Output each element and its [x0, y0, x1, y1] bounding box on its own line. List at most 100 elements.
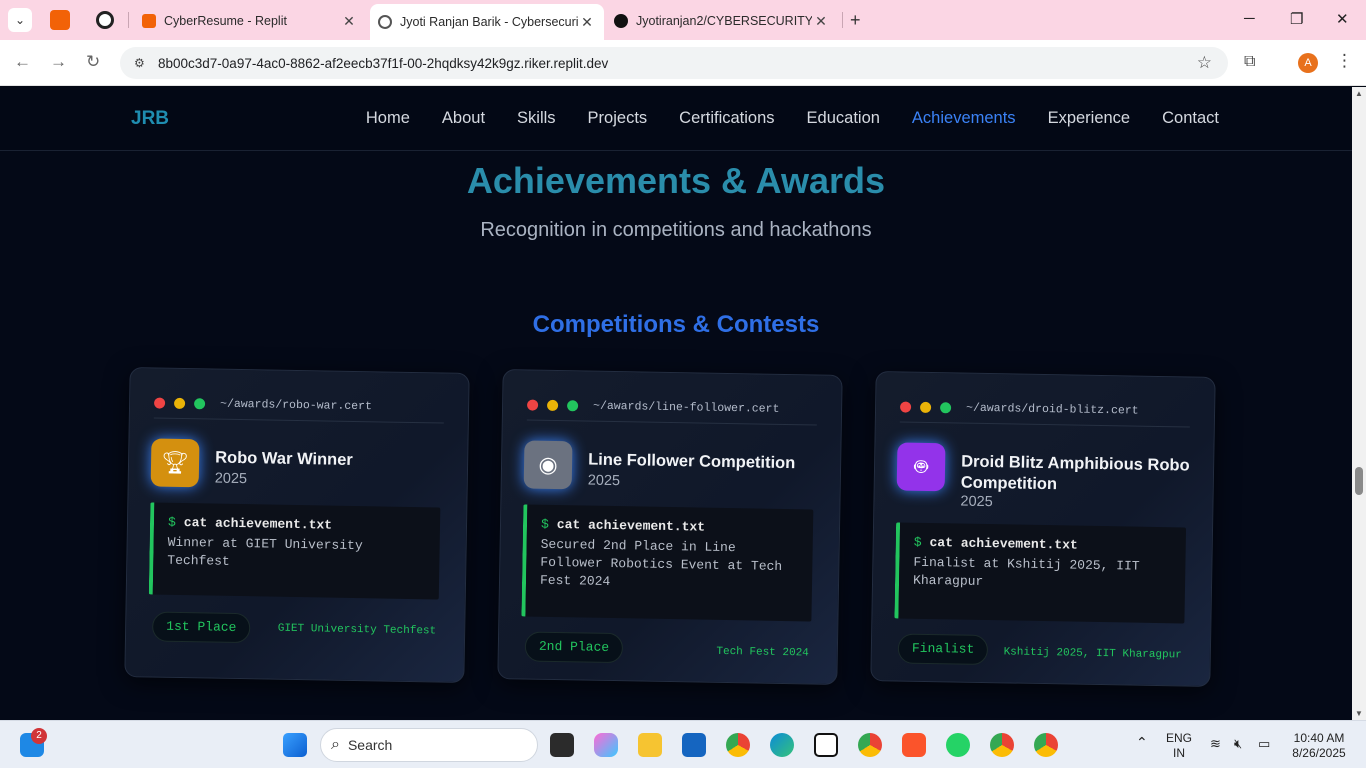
- tab-title: Jyotiranjan2/CYBERSECURITY-P: [636, 14, 812, 28]
- forward-icon[interactable]: →: [50, 52, 67, 72]
- red-dot-icon: [900, 401, 912, 413]
- trophy-icon: 🏆︎: [150, 438, 200, 488]
- yellow-dot-icon: [547, 399, 559, 412]
- page-scrollbar[interactable]: ▲ ▼: [1352, 87, 1366, 720]
- pinned-tab-replit-icon[interactable]: [50, 10, 70, 30]
- chrome-profile-icon[interactable]: [858, 733, 882, 757]
- robot-icon: 🤖︎: [896, 442, 946, 492]
- notification-badge: 2: [31, 728, 47, 744]
- medal-icon: ◉: [523, 440, 573, 490]
- prompt-symbol: $: [167, 514, 176, 530]
- nav-about[interactable]: About: [442, 109, 485, 128]
- tab-search-icon[interactable]: ⌄: [8, 8, 32, 32]
- restore-icon[interactable]: ❐: [1290, 10, 1303, 28]
- chrome-active-icon[interactable]: [990, 733, 1014, 757]
- language-indicator[interactable]: ENG IN: [1166, 731, 1192, 761]
- chrome-second-profile-icon[interactable]: [1034, 733, 1058, 757]
- terminal-command: cat achievement.txt: [556, 517, 706, 535]
- edge-icon[interactable]: [770, 733, 794, 757]
- card-terminal: $ cat achievement.txt Finalist at Kshitij…: [894, 522, 1187, 624]
- minimize-icon[interactable]: ─: [1244, 10, 1255, 27]
- notion-icon[interactable]: [814, 733, 838, 757]
- nav-achievements[interactable]: Achievements: [912, 109, 1016, 128]
- placement-badge: Finalist: [897, 633, 989, 666]
- achievement-card[interactable]: ~/awards/robo-war.cert 🏆︎ Robo War Winne…: [124, 367, 470, 683]
- start-windows-icon[interactable]: [283, 733, 307, 757]
- menu-icon[interactable]: ⋮: [1336, 51, 1353, 71]
- globe-favicon-icon: [378, 15, 392, 29]
- whatsapp-icon[interactable]: [946, 733, 970, 757]
- new-tab-icon[interactable]: +: [850, 10, 861, 31]
- close-tab-icon[interactable]: ✕: [340, 13, 358, 30]
- task-view-icon[interactable]: [550, 733, 574, 757]
- tab-github[interactable]: Jyotiranjan2/CYBERSECURITY-P ✕: [614, 6, 830, 36]
- achievement-card[interactable]: ~/awards/droid-blitz.cert 🤖︎ Droid Blitz…: [870, 371, 1216, 687]
- scrollbar-thumb[interactable]: [1355, 467, 1363, 495]
- reload-icon[interactable]: ↻: [86, 52, 100, 72]
- nav-experience[interactable]: Experience: [1048, 109, 1131, 128]
- url-bar[interactable]: ⚙ 8b00c3d7-0a97-4ac0-8862-af2eecb37f1f-0…: [120, 47, 1228, 79]
- nav-projects[interactable]: Projects: [588, 109, 648, 128]
- windows-taskbar: 2 ⌕ Search ⌃ ENG IN ≋ 🔇︎ ▭ 10:40 AM 8/26…: [0, 720, 1366, 768]
- tab-portfolio-active[interactable]: Jyoti Ranjan Barik - Cybersecuri ✕: [370, 4, 604, 40]
- scroll-up-icon[interactable]: ▲: [1355, 89, 1363, 98]
- section-title: Achievements & Awards: [466, 160, 886, 201]
- event-name: Kshitij 2025, IIT Kharagpur: [1003, 646, 1182, 662]
- profile-avatar[interactable]: A: [1298, 53, 1318, 73]
- scroll-down-icon[interactable]: ▼: [1355, 709, 1363, 718]
- taskbar-search[interactable]: ⌕ Search: [320, 728, 538, 762]
- placement-badge: 2nd Place: [524, 631, 624, 664]
- close-tab-icon[interactable]: ✕: [812, 13, 830, 30]
- card-year: 2025: [587, 472, 621, 490]
- terminal-output: Winner at GIET University Techfest: [167, 534, 363, 569]
- nav-skills[interactable]: Skills: [517, 109, 556, 128]
- red-dot-icon: [154, 397, 166, 409]
- nav-contact[interactable]: Contact: [1162, 109, 1219, 128]
- microsoft-store-icon[interactable]: [682, 733, 706, 757]
- competitions-heading: Competitions & Contests: [532, 311, 820, 338]
- terminal-command: cat achievement.txt: [929, 535, 1078, 553]
- battery-icon[interactable]: ▭: [1258, 736, 1270, 751]
- bookmark-star-icon[interactable]: ☆: [1197, 53, 1212, 73]
- tab-separator: [128, 12, 129, 28]
- card-year: 2025: [960, 493, 993, 511]
- region-code: IN: [1173, 746, 1185, 760]
- nav-education[interactable]: Education: [807, 109, 880, 128]
- back-icon[interactable]: ←: [14, 52, 31, 72]
- volume-muted-icon[interactable]: 🔇︎: [1234, 736, 1242, 751]
- card-header: ~/awards/robo-war.cert: [153, 388, 445, 424]
- file-explorer-icon[interactable]: [638, 733, 662, 757]
- copilot-icon[interactable]: [594, 733, 618, 757]
- yellow-dot-icon: [920, 401, 932, 414]
- address-toolbar: ← → ↻ ⚙ 8b00c3d7-0a97-4ac0-8862-af2eecb3…: [0, 40, 1366, 86]
- achievement-card[interactable]: ~/awards/line-follower.cert ◉ Line Follo…: [497, 369, 843, 685]
- yellow-dot-icon: [174, 397, 186, 410]
- terminal-command: cat achievement.txt: [183, 515, 333, 533]
- close-window-icon[interactable]: ✕: [1336, 10, 1349, 28]
- pinned-tab-app-icon[interactable]: [96, 11, 114, 29]
- chrome-icon[interactable]: [726, 733, 750, 757]
- browser-tab-bar: ⌄ CyberResume - Replit ✕ Jyoti Ranjan Ba…: [0, 0, 1366, 40]
- card-title: Droid Blitz Amphibious Robo Competition: [960, 452, 1190, 494]
- site-info-icon[interactable]: ⚙: [134, 56, 152, 70]
- green-dot-icon: [567, 400, 579, 412]
- tab-separator: [842, 12, 843, 28]
- nav-certifications[interactable]: Certifications: [679, 109, 774, 128]
- placement-badge: 1st Place: [151, 611, 251, 644]
- brave-icon[interactable]: [902, 733, 926, 757]
- nav-links: Home About Skills Projects Certification…: [334, 109, 1219, 128]
- card-path: ~/awards/robo-war.cert: [219, 397, 373, 414]
- wifi-icon[interactable]: ≋: [1210, 736, 1221, 751]
- nav-home[interactable]: Home: [366, 109, 410, 128]
- tab-cyberresume[interactable]: CyberResume - Replit ✕: [142, 6, 358, 36]
- clock[interactable]: 10:40 AM 8/26/2025: [1284, 731, 1354, 761]
- extensions-icon[interactable]: ⧉: [1244, 53, 1255, 71]
- github-favicon-icon: [614, 14, 628, 28]
- tab-title: Jyoti Ranjan Barik - Cybersecuri: [400, 15, 578, 29]
- site-logo[interactable]: JRB: [131, 108, 169, 130]
- card-title: Line Follower Competition: [588, 450, 796, 473]
- card-terminal: $ cat achievement.txt Winner at GIET Univ…: [148, 502, 441, 600]
- search-label: Search: [347, 737, 393, 753]
- close-tab-icon[interactable]: ✕: [578, 14, 596, 31]
- show-hidden-icons-icon[interactable]: ⌃: [1136, 735, 1148, 750]
